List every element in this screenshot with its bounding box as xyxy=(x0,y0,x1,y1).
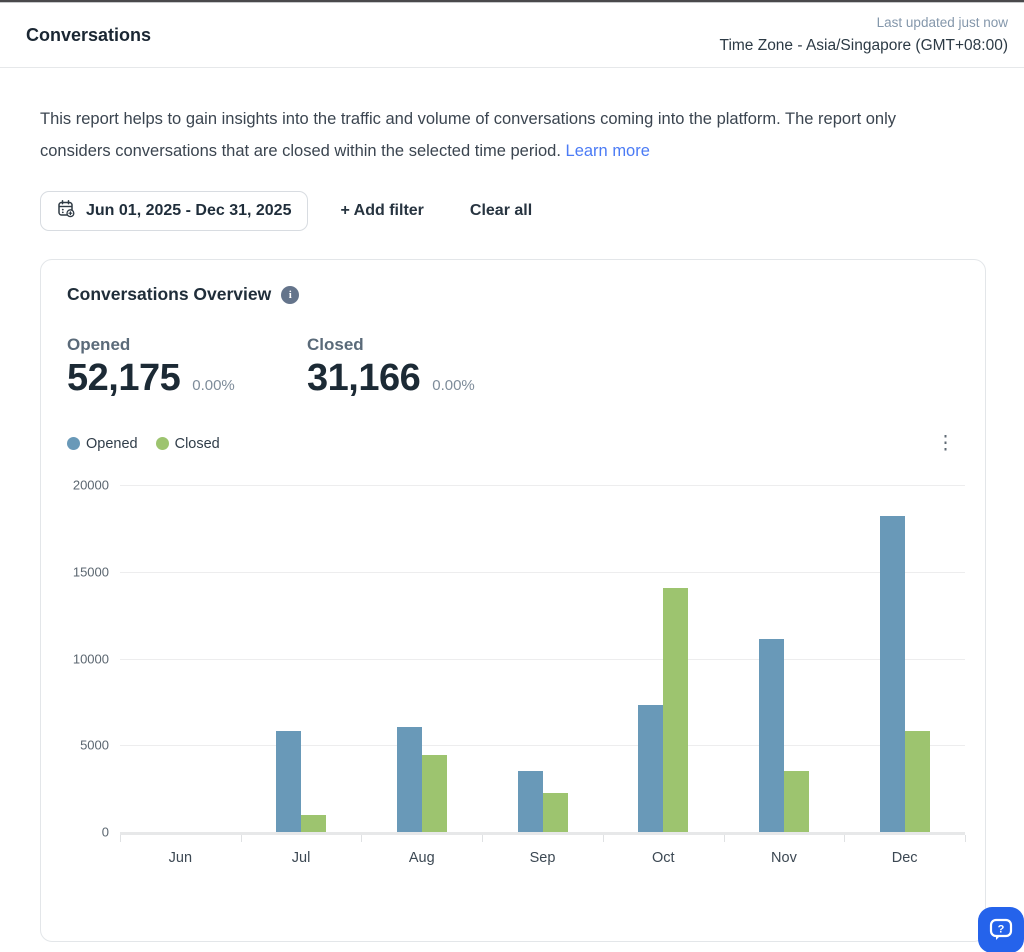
info-icon[interactable]: i xyxy=(281,286,299,304)
card-header: Conversations Overview i xyxy=(67,284,965,305)
chart-plot: 05000100001500020000 JunJulAugSepOctNovD… xyxy=(120,485,965,832)
axis-tick xyxy=(844,835,845,842)
chart-category-jun xyxy=(120,485,241,832)
axis-tick xyxy=(482,835,483,842)
stat-opened-label: Opened xyxy=(67,335,307,355)
bar-closed-sep[interactable] xyxy=(543,793,568,832)
legend-label-closed: Closed xyxy=(175,436,220,452)
page: Conversations Last updated just now Time… xyxy=(0,0,1024,952)
report-description-text: This report helps to gain insights into … xyxy=(40,110,896,160)
x-tick-label: Jun xyxy=(120,850,241,866)
axis-tick xyxy=(603,835,604,842)
chart-cells xyxy=(120,485,965,832)
bar-chart: 05000100001500020000 JunJulAugSepOctNovD… xyxy=(67,485,965,885)
bar-closed-oct[interactable] xyxy=(663,588,688,832)
add-filter-label: Add filter xyxy=(354,202,424,219)
y-tick-label: 10000 xyxy=(73,651,109,666)
help-button[interactable]: ? xyxy=(978,907,1024,952)
axis-tick xyxy=(361,835,362,842)
x-tick-label: Nov xyxy=(724,850,845,866)
legend-dot-opened xyxy=(67,437,80,450)
chart-category-oct xyxy=(603,485,724,832)
date-range-picker[interactable]: Jun 01, 2025 - Dec 31, 2025 xyxy=(40,191,308,231)
stat-closed-delta: 0.00% xyxy=(432,377,475,394)
header: Conversations Last updated just now Time… xyxy=(0,3,1024,68)
y-tick-label: 0 xyxy=(102,825,109,840)
y-tick-label: 5000 xyxy=(80,738,109,753)
axis-tick xyxy=(120,835,121,842)
bar-opened-jul[interactable] xyxy=(276,731,301,832)
stat-closed-label: Closed xyxy=(307,335,547,355)
bar-opened-oct[interactable] xyxy=(638,705,663,832)
chart-category-dec xyxy=(844,485,965,832)
x-axis-baseline xyxy=(120,832,965,835)
bar-opened-nov[interactable] xyxy=(759,639,784,832)
bar-closed-dec[interactable] xyxy=(905,731,930,832)
date-range-value: Jun 01, 2025 - Dec 31, 2025 xyxy=(86,202,291,220)
question-mark-icon: ? xyxy=(998,924,1005,936)
stat-closed-value: 31,166 xyxy=(307,357,420,400)
header-meta: Last updated just now Time Zone - Asia/S… xyxy=(720,13,1008,57)
bar-opened-dec[interactable] xyxy=(880,516,905,832)
legend-dot-closed xyxy=(156,437,169,450)
x-tick-label: Sep xyxy=(482,850,603,866)
chart-category-sep xyxy=(482,485,603,832)
calendar-add-icon xyxy=(57,199,76,223)
x-tick-label: Aug xyxy=(361,850,482,866)
page-title: Conversations xyxy=(26,25,151,46)
bar-opened-sep[interactable] xyxy=(518,771,543,832)
y-tick-label: 20000 xyxy=(73,478,109,493)
card-title: Conversations Overview xyxy=(67,284,271,305)
chart-category-nov xyxy=(724,485,845,832)
x-tick-label: Jul xyxy=(241,850,362,866)
legend-item-closed[interactable]: Closed xyxy=(156,436,220,452)
x-tick-label: Oct xyxy=(603,850,724,866)
y-axis: 05000100001500020000 xyxy=(67,485,109,832)
legend-item-opened[interactable]: Opened xyxy=(67,436,138,452)
x-tick-label: Dec xyxy=(844,850,965,866)
chart-category-jul xyxy=(241,485,362,832)
chart-legend: Opened Closed ⋮ xyxy=(67,434,965,453)
axis-tick xyxy=(241,835,242,842)
stat-opened: Opened 52,175 0.00% xyxy=(67,335,307,400)
bar-opened-aug[interactable] xyxy=(397,727,422,832)
kebab-menu-icon[interactable]: ⋮ xyxy=(936,434,955,453)
axis-tick xyxy=(965,835,966,842)
stat-closed: Closed 31,166 0.00% xyxy=(307,335,547,400)
clear-all-button[interactable]: Clear all xyxy=(470,202,532,220)
timezone-text: Time Zone - Asia/Singapore (GMT+08:00) xyxy=(720,34,1008,57)
last-updated-text: Last updated just now xyxy=(720,13,1008,33)
plus-icon: + xyxy=(340,202,349,219)
axis-tick xyxy=(724,835,725,842)
chart-category-aug xyxy=(361,485,482,832)
stats-row: Opened 52,175 0.00% Closed 31,166 0.00% xyxy=(67,335,965,400)
x-axis: JunJulAugSepOctNovDec xyxy=(120,850,965,866)
stat-opened-value: 52,175 xyxy=(67,357,180,400)
y-tick-label: 15000 xyxy=(73,564,109,579)
learn-more-link[interactable]: Learn more xyxy=(566,142,650,160)
bar-closed-nov[interactable] xyxy=(784,771,809,832)
bar-closed-aug[interactable] xyxy=(422,755,447,832)
add-filter-button[interactable]: + Add filter xyxy=(340,202,423,220)
stat-opened-delta: 0.00% xyxy=(192,377,235,394)
filter-bar: Jun 01, 2025 - Dec 31, 2025 + Add filter… xyxy=(40,191,984,231)
report-description: This report helps to gain insights into … xyxy=(40,104,968,167)
conversations-overview-card: Conversations Overview i Opened 52,175 0… xyxy=(40,259,986,942)
main-content: This report helps to gain insights into … xyxy=(0,68,1024,942)
bar-closed-jul[interactable] xyxy=(301,815,326,832)
legend-label-opened: Opened xyxy=(86,436,138,452)
